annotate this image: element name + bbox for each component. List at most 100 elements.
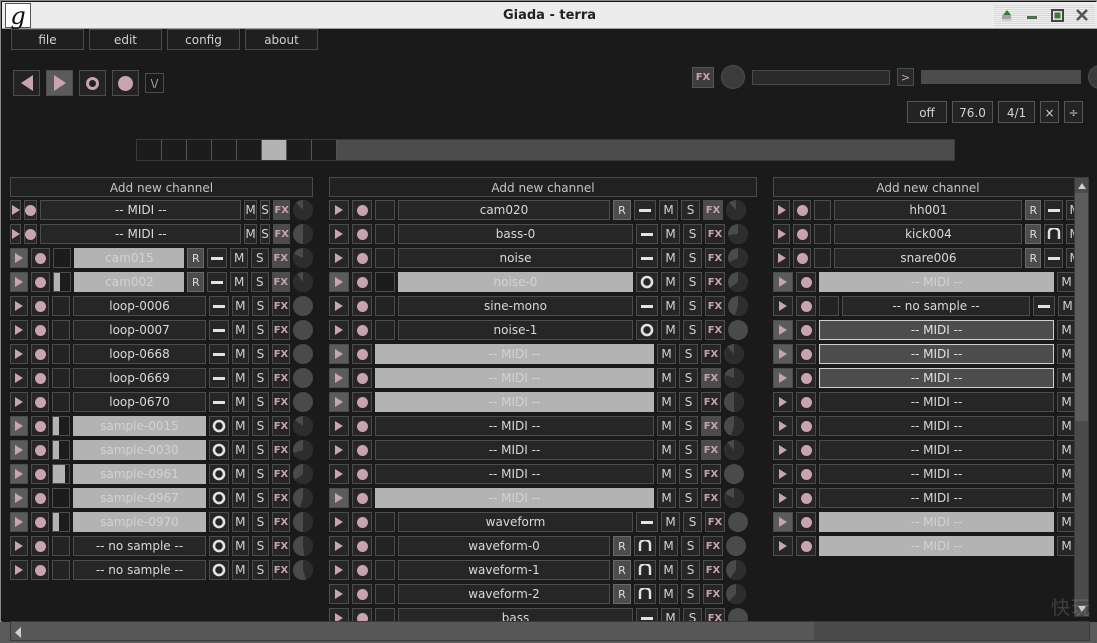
channel-name-button[interactable]: cam020 xyxy=(398,200,610,220)
channel-play-button[interactable] xyxy=(773,416,793,436)
channel-solo-button[interactable]: S xyxy=(681,536,700,556)
channel-arm-button[interactable] xyxy=(793,224,810,244)
channel-arm-button[interactable] xyxy=(352,560,372,580)
channel-play-button[interactable] xyxy=(329,392,349,412)
channel-play-button[interactable] xyxy=(10,296,28,316)
channel-mute-button[interactable]: M xyxy=(232,416,249,436)
channel-volume-knob[interactable] xyxy=(293,464,313,484)
horizontal-scroll-thumb[interactable] xyxy=(11,622,814,640)
channel-name-button[interactable]: -- MIDI -- xyxy=(40,224,241,244)
channel-solo-button[interactable]: S xyxy=(681,560,700,580)
channel-arm-button[interactable] xyxy=(31,320,49,340)
channel-name-button[interactable]: -- no sample -- xyxy=(842,296,1030,316)
beat-cell[interactable] xyxy=(162,140,187,160)
channel-name-button[interactable]: hh001 xyxy=(834,200,1022,220)
channel-arm-button[interactable] xyxy=(796,392,816,412)
channel-arm-button[interactable] xyxy=(31,392,49,412)
channel-mode-button[interactable] xyxy=(1044,200,1063,220)
channel-name-button[interactable]: -- MIDI -- xyxy=(819,488,1054,508)
channel-mute-button[interactable]: M xyxy=(657,464,676,484)
channel-name-button[interactable]: snare006 xyxy=(834,248,1022,268)
channel-volume-knob[interactable] xyxy=(293,224,313,244)
channel-name-button[interactable]: -- MIDI -- xyxy=(819,392,1054,412)
channel-arm-button[interactable] xyxy=(796,296,816,316)
channel-fx-button[interactable]: FX xyxy=(701,488,721,508)
channel-mode-button[interactable] xyxy=(634,536,656,556)
channel-arm-button[interactable] xyxy=(352,368,372,388)
channel-mute-button[interactable]: M xyxy=(232,440,249,460)
channel-arm-button[interactable] xyxy=(31,344,49,364)
channel-fx-button[interactable]: FX xyxy=(272,512,290,532)
channel-mute-button[interactable]: M xyxy=(232,368,249,388)
channel-arm-button[interactable] xyxy=(31,440,49,460)
channel-name-button[interactable]: loop-0007 xyxy=(73,320,206,340)
channel-name-button[interactable]: waveform-0 xyxy=(398,536,610,556)
channel-name-button[interactable]: cam002 xyxy=(74,272,184,292)
channel-arm-button[interactable] xyxy=(352,224,372,244)
channel-name-button[interactable]: loop-0668 xyxy=(73,344,206,364)
channel-arm-button[interactable] xyxy=(31,512,49,532)
channel-play-button[interactable] xyxy=(329,200,349,220)
channel-play-button[interactable] xyxy=(773,344,793,364)
channel-mode-button[interactable] xyxy=(209,440,229,460)
channel-name-button[interactable]: -- MIDI -- xyxy=(819,464,1054,484)
metronome-button[interactable]: \/ xyxy=(145,73,164,93)
channel-solo-button[interactable]: S xyxy=(683,296,702,316)
bpm-field[interactable]: 76.0 xyxy=(952,101,993,123)
channel-solo-button[interactable]: S xyxy=(683,320,702,340)
channel-fx-button[interactable]: FX xyxy=(701,344,721,364)
channel-mode-button[interactable] xyxy=(209,488,229,508)
channel-name-button[interactable]: sample-0967 xyxy=(73,488,206,508)
channel-arm-button[interactable] xyxy=(796,464,816,484)
channel-volume-knob[interactable] xyxy=(728,512,748,532)
quantizer-button[interactable]: off xyxy=(907,101,947,123)
channel-readactions-button[interactable]: R xyxy=(613,200,631,220)
channel-mute-button[interactable]: M xyxy=(230,272,248,292)
channel-mute-button[interactable]: M xyxy=(657,416,676,436)
minimize-icon[interactable] xyxy=(1024,7,1040,23)
channel-play-button[interactable] xyxy=(10,560,28,580)
channel-play-button[interactable] xyxy=(329,416,349,436)
channel-arm-button[interactable] xyxy=(31,416,49,436)
channel-name-button[interactable]: -- MIDI -- xyxy=(819,368,1054,388)
channel-volume-knob[interactable] xyxy=(726,584,746,604)
channel-play-button[interactable] xyxy=(10,392,28,412)
channel-readactions-button[interactable]: R xyxy=(187,248,204,268)
channel-fx-button[interactable]: FX xyxy=(272,560,290,580)
channel-solo-button[interactable]: S xyxy=(679,488,698,508)
master-out-volume-knob[interactable] xyxy=(1088,65,1097,89)
channel-fx-button[interactable]: FX xyxy=(705,296,725,316)
channel-play-button[interactable] xyxy=(773,392,793,412)
channel-solo-button[interactable]: S xyxy=(679,344,698,364)
channel-fx-button[interactable]: FX xyxy=(272,536,290,556)
rollup-icon[interactable] xyxy=(999,7,1015,23)
channel-mute-button[interactable]: M xyxy=(657,392,676,412)
channel-arm-button[interactable] xyxy=(31,248,49,268)
channel-mode-button[interactable] xyxy=(634,200,656,220)
channel-arm-button[interactable] xyxy=(31,368,49,388)
channel-mode-button[interactable] xyxy=(209,464,229,484)
channel-mute-button[interactable]: M xyxy=(659,560,678,580)
channel-mute-button[interactable]: M xyxy=(232,464,249,484)
channel-arm-button[interactable] xyxy=(352,248,372,268)
channel-mute-button[interactable]: M xyxy=(661,296,680,316)
channel-readactions-button[interactable]: R xyxy=(613,560,631,580)
menu-item-edit[interactable]: edit xyxy=(89,29,162,50)
channel-arm-button[interactable] xyxy=(796,536,816,556)
channel-play-button[interactable] xyxy=(329,560,349,580)
channel-play-button[interactable] xyxy=(10,200,21,220)
channel-name-button[interactable]: -- MIDI -- xyxy=(375,488,654,508)
beat-cell[interactable] xyxy=(287,140,312,160)
channel-solo-button[interactable]: S xyxy=(679,464,698,484)
channel-arm-button[interactable] xyxy=(796,344,816,364)
menu-item-about[interactable]: about xyxy=(245,29,318,50)
channel-arm-button[interactable] xyxy=(352,344,372,364)
menu-item-file[interactable]: file xyxy=(11,29,84,50)
add-new-channel-button[interactable]: Add new channel xyxy=(773,177,1083,197)
channel-name-button[interactable]: noise-0 xyxy=(398,272,633,292)
channel-fx-button[interactable]: FX xyxy=(272,272,290,292)
beat-cell[interactable] xyxy=(312,140,337,160)
channel-arm-button[interactable] xyxy=(31,296,49,316)
channel-solo-button[interactable]: S xyxy=(679,440,698,460)
add-new-channel-button[interactable]: Add new channel xyxy=(329,177,757,197)
